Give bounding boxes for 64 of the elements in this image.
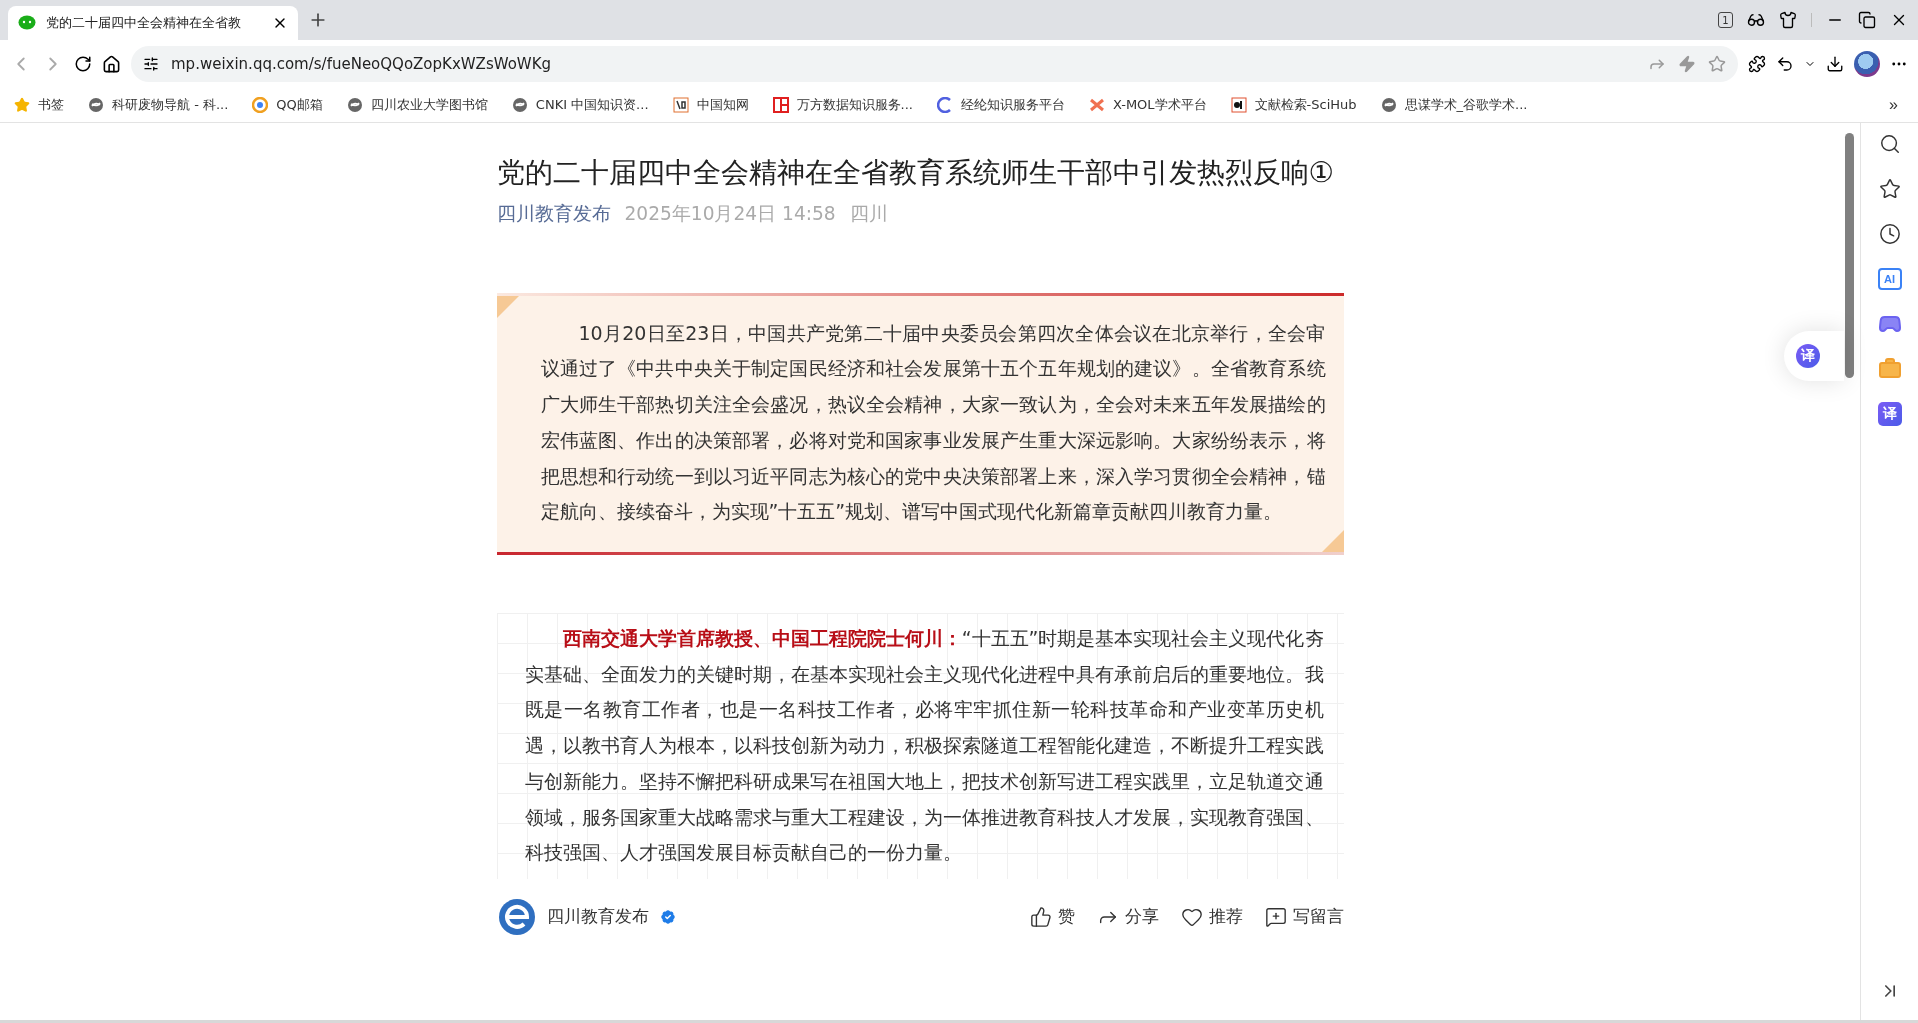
star-icon[interactable] — [1708, 55, 1726, 73]
logo-icon — [772, 97, 789, 113]
tab-counter[interactable]: 1 — [1718, 12, 1733, 28]
article-title: 党的二十届四中全会精神在全省教育系统师生干部中引发热烈反响① — [496, 155, 1335, 191]
tab-title: 党的二十届四中全会精神在全省教 — [46, 14, 242, 32]
shirt-icon[interactable] — [1779, 11, 1797, 29]
translate-icon: 译 — [1796, 344, 1820, 368]
logo-icon — [672, 97, 689, 113]
bookmarks-overflow[interactable]: » — [1883, 95, 1904, 115]
comment-icon — [1264, 905, 1287, 928]
corner-ornament — [496, 295, 519, 318]
translate-button[interactable]: 译 — [1784, 331, 1844, 381]
restore-icon[interactable] — [1858, 11, 1876, 29]
ai-icon[interactable]: AI — [1877, 268, 1902, 290]
reload-icon[interactable] — [74, 55, 92, 73]
swirl-logo-icon — [346, 97, 363, 113]
swirl-logo-icon — [1380, 97, 1397, 113]
bookmark[interactable]: 文献检索-SciHub — [1230, 96, 1357, 114]
download-icon[interactable] — [1826, 55, 1844, 73]
extensions-icon[interactable] — [1748, 55, 1766, 73]
star-icon[interactable] — [1878, 178, 1901, 200]
home-icon[interactable] — [102, 54, 121, 74]
bookmark[interactable]: CNKI 中国知识资... — [511, 96, 649, 114]
translate-icon[interactable]: 译 — [1877, 402, 1902, 426]
browser-tab[interactable]: 党的二十届四中全会精神在全省教 — [8, 6, 298, 40]
bookmark[interactable]: 万方数据知识服务... — [772, 96, 913, 114]
bookmark[interactable]: 书签 — [14, 96, 64, 114]
x-logo-icon — [1088, 97, 1105, 113]
swirl-logo-icon — [88, 97, 104, 113]
bookmark[interactable]: 中国知网 — [672, 96, 749, 114]
chat-logo-icon — [18, 15, 36, 31]
avatar[interactable] — [1854, 51, 1880, 77]
search-icon[interactable] — [1878, 133, 1901, 155]
intro-paragraph: 10月20日至23日，中国共产党第二十届中央委员会第四次全体会议在北京举行，全会审议通过了《中共中央关于制定国民经济和社会发展第十五个五年规划的建议》。全省教育系统广大师生干部热切关注全会盛况，热议全会精神，大家一致认为，全会对未来五年发展描绘的宏伟蓝图、作出的决策部署，必将对党和国家事业发展产生重大深远影响。大家纷纷表示，将把思想和行动统一到以习近平同志为核心的党中央决策部署上来，深入学习贯彻全会精神，锚定航向、接续奋斗，为实现”十五五”规划、谱写中国式现代化新篇章贡献四川教育力量。 — [540, 320, 1326, 525]
quote-paragraph: 西南交通大学首席教授、中国工程院院士何川：“十五五”时期是基本实现社会主义现代化夯实基础、全面发力的关键时期，在基本实现社会主义现代化进程中具有承前启后的重要地位。我既是一名教育工作者，也是一名科技工作者，必将牢牢抓住新一轮科技革命和产业变革历史机遇，以教书育人为根本，以科技创新为动力，积极探索隧道工程智能化建造，不断提升工程实践与创新能力。坚持不懈把科研成果写在祖国大地上，把技术创新写进工程实践里，立足轨道交通领域，服务国家重大战略需求与重大工程建设，为一体推进教育科技人才发展，实现教育强国、科技强国、人才强国发展目标贡献自己的一份力量。 — [524, 626, 1324, 866]
publish-date: 2025年10月24日 14:58 — [624, 201, 836, 226]
star-icon — [14, 97, 30, 113]
mail-logo-icon — [252, 97, 269, 113]
bookmark[interactable]: 经纶知识服务平台 — [936, 96, 1065, 114]
site-settings-icon[interactable] — [143, 56, 159, 72]
lightning-icon[interactable] — [1678, 55, 1696, 73]
address-bar[interactable]: mp.weixin.qq.com/s/fueNeoQQoZopKxWZsWoWKg — [131, 46, 1738, 82]
logo-icon — [936, 97, 953, 113]
logo-icon — [1230, 97, 1247, 113]
glasses-icon[interactable] — [1747, 11, 1765, 29]
bookmark[interactable]: 四川农业大学图书馆 — [346, 96, 488, 114]
account-name[interactable]: 四川教育发布 — [546, 905, 649, 929]
action-button[interactable]: 分享 — [1096, 905, 1159, 929]
bookmark[interactable]: 思谋学术_谷歌学术... — [1380, 96, 1528, 114]
clock-icon[interactable] — [1878, 223, 1901, 245]
action-button[interactable]: 推荐 — [1180, 905, 1243, 929]
url-text: mp.weixin.qq.com/s/fueNeoQQoZopKxWZsWoWKg — [171, 55, 553, 73]
undo-icon[interactable] — [1776, 55, 1794, 73]
bookmark[interactable]: QQ邮箱 — [252, 96, 323, 114]
account-logo[interactable] — [496, 896, 537, 937]
thumbs-up-icon — [1029, 905, 1052, 928]
swirl-logo-icon — [511, 97, 528, 113]
action-button[interactable]: 写留言 — [1264, 905, 1344, 929]
bookmark[interactable]: X-MOL学术平台 — [1088, 96, 1207, 114]
account-link[interactable]: 四川教育发布 — [496, 200, 611, 227]
scrollbar-thumb[interactable] — [1845, 133, 1854, 378]
location: 四川 — [849, 201, 888, 226]
action-button[interactable]: 赞 — [1029, 905, 1075, 929]
bookmark[interactable]: 科研废物导航 - 科... — [88, 96, 229, 114]
